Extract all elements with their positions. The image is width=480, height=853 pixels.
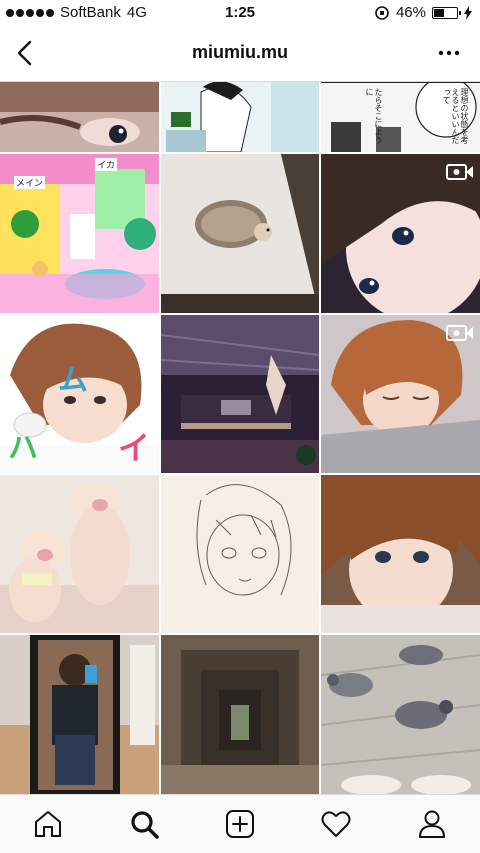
manga-side-text: たらそこにように <box>365 88 383 144</box>
grid-photo[interactable] <box>161 154 319 313</box>
home-icon[interactable] <box>31 807 65 841</box>
grid-photo[interactable] <box>321 315 480 473</box>
grid-photo[interactable]: メイン イカ <box>0 154 159 313</box>
video-camera-icon <box>446 325 473 341</box>
battery-icon <box>432 6 461 19</box>
charging-icon <box>464 5 472 20</box>
grid-photo[interactable] <box>161 475 319 633</box>
search-icon[interactable] <box>127 807 161 841</box>
more-horizontal-icon[interactable] <box>434 40 464 66</box>
grid-photo[interactable] <box>161 635 319 794</box>
grid-photo[interactable] <box>321 635 480 794</box>
manga-sign-text: イカ <box>95 158 118 171</box>
grid-photo[interactable]: 理想の状態を考えるといいんだって たらそこにように <box>321 82 480 152</box>
page-title: miumiu.mu <box>191 42 288 62</box>
manga-speech-bubble: 理想の状態を考えるといいんだって <box>442 88 469 144</box>
grid-photo[interactable] <box>321 475 480 633</box>
video-camera-icon <box>446 164 473 180</box>
manga-sign-text: メイン <box>14 176 46 189</box>
handwritten-kana: イ <box>118 429 151 467</box>
orientation-lock-icon <box>375 5 389 20</box>
status-bar: SoftBank 4G 1:25 46% <box>0 0 480 26</box>
grid-photo[interactable] <box>0 475 159 633</box>
bottom-tab-bar <box>0 794 480 853</box>
heart-icon[interactable] <box>319 807 353 841</box>
grid-photo[interactable] <box>321 154 480 313</box>
grid-photo[interactable]: ム イ ハ <box>0 315 159 473</box>
grid-photo[interactable] <box>0 82 159 152</box>
grid-photo[interactable] <box>161 82 319 152</box>
handwritten-kana: ム <box>58 363 88 398</box>
profile-icon[interactable] <box>415 807 449 841</box>
profile-header: miumiu.mu <box>0 26 480 82</box>
grid-photo[interactable] <box>161 315 319 473</box>
grid-photo[interactable] <box>0 635 159 794</box>
handwritten-kana: ハ <box>8 431 38 466</box>
add-post-icon[interactable] <box>223 807 257 841</box>
photo-grid: 理想の状態を考えるといいんだって たらそこにように メイン イカ ム イ ハ <box>0 82 480 794</box>
battery-percent: 46% <box>395 4 426 21</box>
